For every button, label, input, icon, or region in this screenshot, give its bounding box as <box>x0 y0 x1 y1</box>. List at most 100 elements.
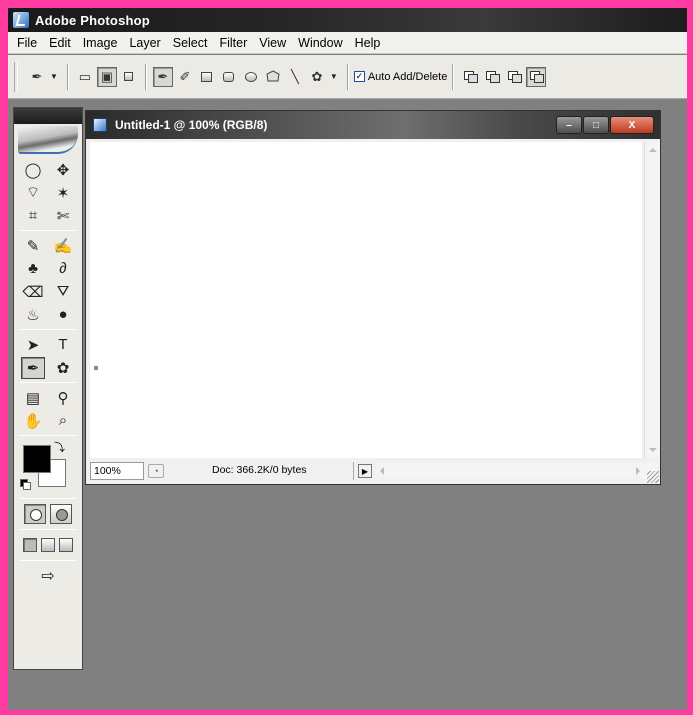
polygonal-lasso-tool-icon[interactable]: ⌔ <box>21 182 45 204</box>
shape-options-chevron-down-icon[interactable]: ▼ <box>330 72 338 81</box>
move-tool-icon[interactable]: ✥ <box>51 159 75 181</box>
foreground-color-swatch[interactable] <box>23 445 51 473</box>
polygon-tool-icon[interactable] <box>263 67 283 87</box>
options-separator <box>144 63 147 90</box>
vertical-scrollbar[interactable] <box>644 142 660 458</box>
menu-select[interactable]: Select <box>167 36 214 50</box>
maximize-button[interactable]: □ <box>583 116 609 134</box>
rectangle-shape <box>201 71 213 82</box>
burn-tool-icon[interactable]: ● <box>51 304 75 326</box>
quick-mask-mode-button[interactable] <box>50 504 72 524</box>
custom-shape-tool-icon[interactable]: ✿ <box>51 357 75 379</box>
menu-filter[interactable]: Filter <box>213 36 253 50</box>
combine-subtract-shape <box>485 71 500 83</box>
slice-tool-icon[interactable]: ✄ <box>51 205 75 227</box>
tool-preset-pen-icon[interactable]: ✒ <box>27 67 47 87</box>
minimize-button[interactable]: – <box>556 116 582 134</box>
paint-bucket-tool-icon[interactable]: ⛛ <box>51 281 75 303</box>
tool-row: ⌫ ⛛ <box>14 280 82 303</box>
options-bar: ✒ ▼ ▭ ▣ ✒ ✐ ╲ ✿ ▼ ✓ Auto Add/Delete <box>8 55 687 99</box>
menu-image[interactable]: Image <box>77 36 124 50</box>
scroll-left-icon[interactable] <box>380 467 384 475</box>
elliptical-marquee-tool-icon[interactable]: ◯ <box>21 159 45 181</box>
menu-window[interactable]: Window <box>292 36 348 50</box>
tool-row: ➤ T <box>14 333 82 356</box>
zoom-level-field[interactable]: 100% <box>90 462 144 480</box>
hand-tool-icon[interactable]: ✋ <box>21 410 45 432</box>
toolbox-title-bar[interactable] <box>14 108 82 124</box>
horizontal-scrollbar[interactable] <box>376 463 658 479</box>
tool-row: ◯ ✥ <box>14 158 82 181</box>
fill-pixels-square <box>124 72 134 81</box>
fill-pixels-icon[interactable] <box>119 67 139 87</box>
status-navigator-icon[interactable]: ◔ <box>148 464 164 478</box>
combine-subtract-icon[interactable] <box>482 67 502 87</box>
notes-tool-icon[interactable]: ▤ <box>21 387 45 409</box>
tool-row: ✎ ✍ <box>14 234 82 257</box>
pen-tool-option-icon[interactable]: ✒ <box>152 66 173 87</box>
toolbox: ◯ ✥ ⌔ ✶ ⌗ ✄ ✎ ✍ ♣ ∂ ⌫ ⛛ ♨ ● ➤ T ✒ ✿ ▤ ⚲ ✋ ⌕ ⤵ ⇨ <box>13 107 83 670</box>
toolbox-separator <box>20 435 76 436</box>
document-status-bar: 100% ◔ Doc: 366.2K/0 bytes ▶ <box>90 461 658 481</box>
menu-edit[interactable]: Edit <box>43 36 77 50</box>
healing-brush-tool-icon[interactable]: ✎ <box>21 235 45 257</box>
zoom-tool-icon[interactable]: ⌕ <box>51 410 75 432</box>
full-screen-menu-mode-button[interactable] <box>41 538 55 552</box>
ellipse-tool-icon[interactable] <box>241 67 261 87</box>
shape-layers-icon[interactable]: ▭ <box>75 67 95 87</box>
history-brush-tool-icon[interactable]: ∂ <box>51 258 75 280</box>
rounded-rectangle-tool-icon[interactable] <box>219 67 239 87</box>
line-tool-icon[interactable]: ╲ <box>285 67 305 87</box>
menu-file[interactable]: File <box>11 36 43 50</box>
standard-screen-mode-button[interactable] <box>23 538 37 552</box>
toolbox-separator <box>20 382 76 383</box>
jump-row: ⇨ <box>14 564 82 588</box>
scroll-down-icon[interactable] <box>649 448 657 452</box>
full-screen-mode-button[interactable] <box>59 538 73 552</box>
standard-mode-button[interactable] <box>24 504 46 524</box>
default-colors-icon[interactable] <box>20 479 31 490</box>
document-title-bar[interactable]: Untitled-1 @ 100% (RGB/8) – □ X <box>86 111 660 139</box>
toolbox-separator <box>20 329 76 330</box>
eyedropper-tool-icon[interactable]: ⚲ <box>51 387 75 409</box>
menu-bar: File Edit Image Layer Select Filter View… <box>8 32 687 54</box>
scroll-right-icon[interactable] <box>636 467 640 475</box>
combine-add-icon[interactable] <box>460 67 480 87</box>
jump-to-imageready-icon[interactable]: ⇨ <box>36 565 60 587</box>
combine-exclude-icon[interactable] <box>526 66 547 87</box>
ellipse-shape <box>244 71 257 82</box>
eraser-tool-icon[interactable]: ⌫ <box>21 281 45 303</box>
path-selection-tool-icon[interactable]: ➤ <box>21 334 45 356</box>
document-window: Untitled-1 @ 100% (RGB/8) – □ X 100% ◔ D… <box>85 110 661 485</box>
options-bar-grip[interactable] <box>14 61 18 92</box>
options-separator <box>66 63 69 90</box>
magic-wand-tool-icon[interactable]: ✶ <box>51 182 75 204</box>
custom-shape-tool-icon[interactable]: ✿ <box>307 67 327 87</box>
blur-tool-icon[interactable]: ♨ <box>21 304 45 326</box>
auto-add-delete-checkbox[interactable]: ✓ <box>353 71 365 82</box>
resize-grip-icon[interactable] <box>647 471 659 483</box>
pen-tool-icon[interactable]: ✒ <box>21 356 45 379</box>
brush-tool-icon[interactable]: ✍ <box>51 235 75 257</box>
tool-row: ♨ ● <box>14 303 82 326</box>
photoshop-feather-logo[interactable] <box>18 126 78 154</box>
menu-layer[interactable]: Layer <box>123 36 166 50</box>
toolbox-separator <box>20 230 76 231</box>
combine-intersect-icon[interactable] <box>504 67 524 87</box>
tool-row: ✒ ✿ <box>14 356 82 379</box>
document-canvas[interactable] <box>90 142 642 458</box>
close-button[interactable]: X <box>610 116 654 134</box>
scroll-up-icon[interactable] <box>649 148 657 152</box>
swap-colors-icon[interactable]: ⤵ <box>54 439 65 455</box>
clone-stamp-tool-icon[interactable]: ♣ <box>21 258 45 280</box>
freeform-pen-icon[interactable]: ✐ <box>175 67 195 87</box>
tool-preset-chevron-down-icon[interactable]: ▼ <box>50 72 58 81</box>
crop-tool-icon[interactable]: ⌗ <box>21 205 45 227</box>
paths-icon[interactable]: ▣ <box>96 66 117 87</box>
menu-help[interactable]: Help <box>349 36 387 50</box>
rectangle-tool-icon[interactable] <box>197 67 217 87</box>
status-menu-arrow-icon[interactable]: ▶ <box>358 464 372 478</box>
type-tool-icon[interactable]: T <box>51 334 75 356</box>
document-size-info: Doc: 366.2K/0 bytes <box>168 462 354 480</box>
menu-view[interactable]: View <box>253 36 292 50</box>
